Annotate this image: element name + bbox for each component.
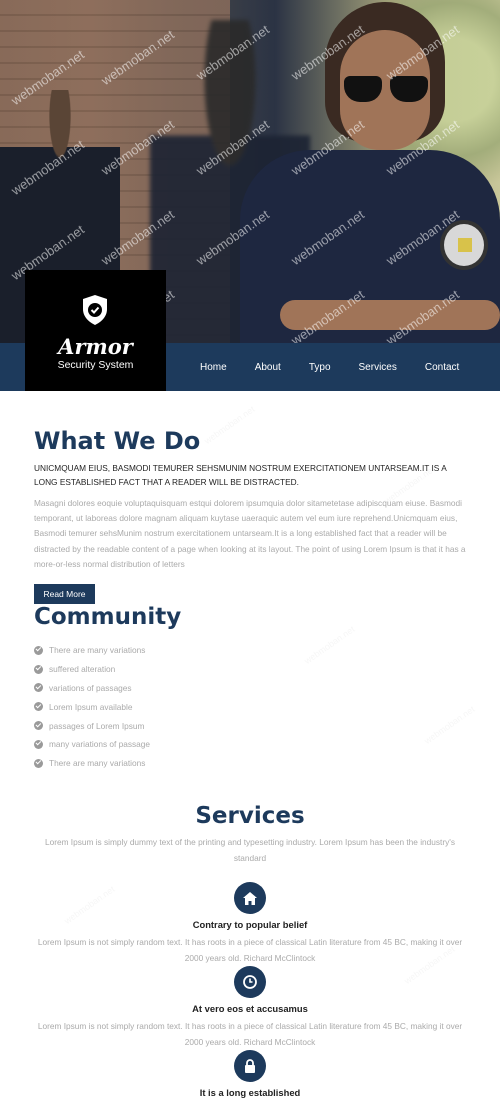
check-circle-icon [34,683,43,693]
what-we-do-body: Masagni dolores eoquie voluptaquisquam e… [34,498,466,569]
list-item: suffered alteration [34,660,150,679]
nav-services[interactable]: Services [359,362,397,373]
police-badge-icon [440,220,488,270]
service-description: Lorem Ipsum is not simply random text. I… [37,1021,463,1047]
list-item: Lorem Ipsum available [34,697,150,716]
nav-contact[interactable]: Contact [425,362,459,373]
services-lead: Lorem Ipsum is simply dummy text of the … [44,837,455,863]
shield-check-icon [81,294,109,326]
lock-icon [234,1050,266,1082]
logo[interactable]: Armor Security System [25,270,166,391]
service-title: Contrary to popular belief [192,919,308,930]
check-circle-icon [34,702,43,712]
list-item: There are many variations [34,754,150,773]
list-item: many variations of passage [34,735,150,754]
brand-tagline: Security System [57,359,134,371]
hero-officer-main [240,0,500,343]
services-title: Services [195,803,305,829]
nav-links: Home About Typo Services Contact [200,343,459,391]
community-title: Community [34,604,182,630]
service-description: Lorem Ipsum is not simply random text. I… [37,937,463,963]
check-circle-icon [34,664,43,674]
list-item: variations of passages [34,679,150,698]
what-we-do-lead: UNICMQUAM EIUS, BASMODI TEMURER SEHSMUNI… [34,463,447,487]
what-we-do-title: What We Do [34,427,201,455]
home-icon [234,882,266,914]
check-circle-icon [34,645,43,655]
list-item: There are many variations [34,641,150,660]
check-circle-icon [34,758,43,768]
service-title: At vero eos et accusamus [192,1003,308,1014]
check-circle-icon [34,721,43,731]
nav-home[interactable]: Home [200,362,227,373]
service-title: It is a long established [199,1087,301,1098]
list-item: passages of Lorem Ipsum [34,716,150,735]
brand-name: Armor [58,334,133,359]
nav-typo[interactable]: Typo [309,362,331,373]
community-list: There are many variations suffered alter… [34,641,150,773]
check-circle-icon [34,739,43,749]
clock-icon [234,966,266,998]
read-more-button[interactable]: Read More [34,584,95,604]
nav-about[interactable]: About [255,362,281,373]
